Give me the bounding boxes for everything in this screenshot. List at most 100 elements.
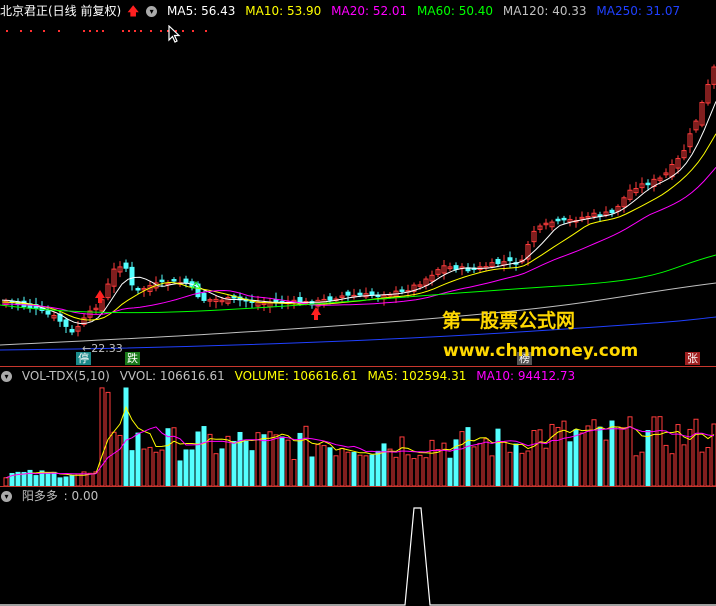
volume-bar — [567, 441, 573, 487]
stock-title: 北京君正(日线 前复权) — [0, 4, 122, 18]
volume-bar — [207, 433, 213, 487]
volume-bar — [3, 477, 9, 487]
signal-dot — [182, 30, 184, 32]
settings-icon[interactable]: ▾ — [146, 6, 158, 17]
volume-bar — [507, 451, 513, 487]
candle-body — [183, 278, 189, 284]
volume-bar — [339, 447, 345, 487]
volume-bar — [573, 429, 579, 487]
indicator-line-chart[interactable] — [0, 505, 716, 606]
ma5-value: MA5: 56.43 — [167, 4, 236, 18]
volume-bar — [699, 451, 705, 487]
volume-bar — [177, 460, 183, 487]
volume-bar — [465, 427, 471, 487]
volume-bar — [693, 418, 699, 487]
volume-bar — [45, 472, 51, 487]
signal-dot — [150, 30, 152, 32]
candle-body — [453, 265, 459, 270]
volume-bar — [447, 457, 453, 487]
volume-bar — [231, 440, 237, 487]
volume-bar — [99, 387, 105, 487]
volume-bar — [477, 442, 483, 487]
volume-bar — [273, 434, 279, 487]
candle-body — [645, 182, 651, 186]
settings-icon[interactable]: ▾ — [1, 491, 12, 502]
ma5-line — [1, 101, 716, 325]
indicator-value: : 0.00 — [63, 489, 99, 503]
mouse-cursor-icon — [168, 25, 181, 43]
volume-bar — [663, 444, 669, 487]
volume-bar — [261, 434, 267, 487]
candle-body — [69, 328, 75, 333]
signal-dot — [96, 30, 98, 32]
rise-tag: 张 — [685, 352, 700, 365]
volume-bar-chart[interactable] — [0, 385, 716, 487]
volume-bar — [165, 428, 171, 487]
volume-bar — [489, 455, 495, 487]
ma120-value: MA120: 40.33 — [502, 4, 587, 18]
signal-dot — [58, 30, 60, 32]
candle-body — [555, 218, 561, 222]
volume-bar — [471, 446, 477, 487]
volume-bar — [195, 431, 201, 487]
volume-bar — [645, 430, 651, 487]
watermark-title: 第一股票公式网 — [442, 310, 576, 332]
candle-body — [159, 279, 165, 283]
indicator-line — [0, 507, 716, 606]
volume-bar — [153, 451, 159, 487]
volume-bar — [303, 425, 309, 487]
signal-dot — [83, 30, 85, 32]
price-candlestick-chart[interactable] — [0, 20, 716, 366]
volume-bar — [183, 449, 189, 487]
watermark-url: www.chnmoney.com — [443, 341, 639, 361]
indicator-header: ▾ 阳多多 : 0.00 — [0, 487, 104, 505]
volume-bar — [123, 387, 129, 487]
volume-bar — [111, 431, 117, 487]
signal-dot — [134, 30, 136, 32]
volume-bar — [423, 457, 429, 487]
candle-body — [345, 291, 351, 296]
settings-icon[interactable]: ▾ — [1, 371, 12, 382]
signal-dot — [192, 30, 194, 32]
volume-bar — [375, 450, 381, 487]
volume-bar — [483, 438, 489, 487]
volume-bar — [369, 454, 375, 487]
volume-bar — [585, 425, 591, 487]
ma20-line — [1, 166, 716, 315]
volume-bar — [501, 441, 507, 487]
volume-bar — [711, 423, 716, 487]
volume-bar — [147, 446, 153, 487]
signal-dot — [140, 30, 142, 32]
volume-bar — [555, 426, 561, 487]
volume-value: VOLUME: 106616.61 — [234, 369, 358, 383]
volume-indicator-name: VOL-TDX(5,10) — [21, 369, 110, 383]
volume-bar — [345, 451, 351, 487]
volume-bar — [621, 427, 627, 487]
ma60-value: MA60: 50.40 — [417, 4, 494, 18]
volume-bar — [609, 420, 615, 487]
candle-body — [369, 291, 375, 296]
volume-ma10-value: MA10: 94412.73 — [476, 369, 576, 383]
volume-bar — [189, 449, 195, 487]
volume-bar — [381, 443, 387, 487]
candle-body — [129, 266, 135, 286]
volume-bar — [495, 428, 501, 487]
volume-bar — [435, 449, 441, 487]
volume-bar — [87, 472, 93, 487]
signal-dot — [205, 30, 207, 32]
volume-bar — [537, 429, 543, 487]
signal-dot — [128, 30, 130, 32]
main-header: 北京君正(日线 前复权) 🡅 ▾ MA5: 56.43 MA10: 53.90 … — [0, 2, 686, 20]
volume-bar — [243, 440, 249, 487]
volume-bar — [57, 477, 63, 487]
candle-body — [507, 257, 513, 262]
signal-dot — [6, 30, 8, 32]
volume-bar — [327, 447, 333, 487]
ma10-line — [1, 133, 716, 321]
volume-bar — [615, 426, 621, 487]
candle-body — [399, 289, 405, 292]
signal-dot — [102, 30, 104, 32]
candle-body — [135, 288, 141, 291]
vvol-value: VVOL: 106616.61 — [119, 369, 225, 383]
volume-bar — [459, 431, 465, 487]
